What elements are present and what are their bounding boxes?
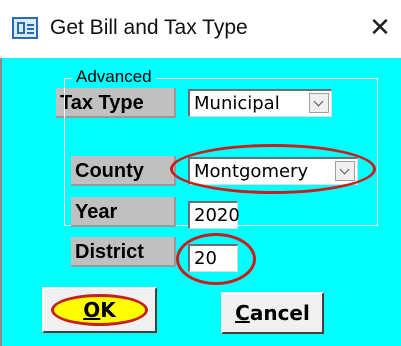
title-bar: Get Bill and Tax Type ✕ [0,0,401,58]
ok-label-rest: K [100,298,116,322]
advanced-group-label: Advanced [72,67,156,87]
district-input[interactable]: 20 [188,244,238,272]
window-title: Get Bill and Tax Type [50,16,248,39]
cancel-button[interactable]: Cancel [221,292,324,334]
cancel-mnemonic: C [235,301,250,325]
app-window-icon [12,17,38,39]
ok-highlight-ellipse: OK [51,294,148,326]
district-value: 20 [194,248,217,269]
year-label: Year [71,197,176,227]
county-value: Montgomery [194,161,309,182]
cancel-label-rest: ancel [249,301,310,325]
year-value: 2020 [194,205,240,226]
close-icon[interactable]: ✕ [363,10,397,44]
ok-button[interactable]: OK [42,287,157,333]
county-combobox[interactable]: Montgomery [188,157,358,185]
year-input[interactable]: 2020 [188,201,240,229]
county-label: County [71,156,176,186]
ok-mnemonic: O [83,298,101,322]
district-label: District [71,237,176,267]
chevron-down-icon[interactable] [335,161,355,181]
